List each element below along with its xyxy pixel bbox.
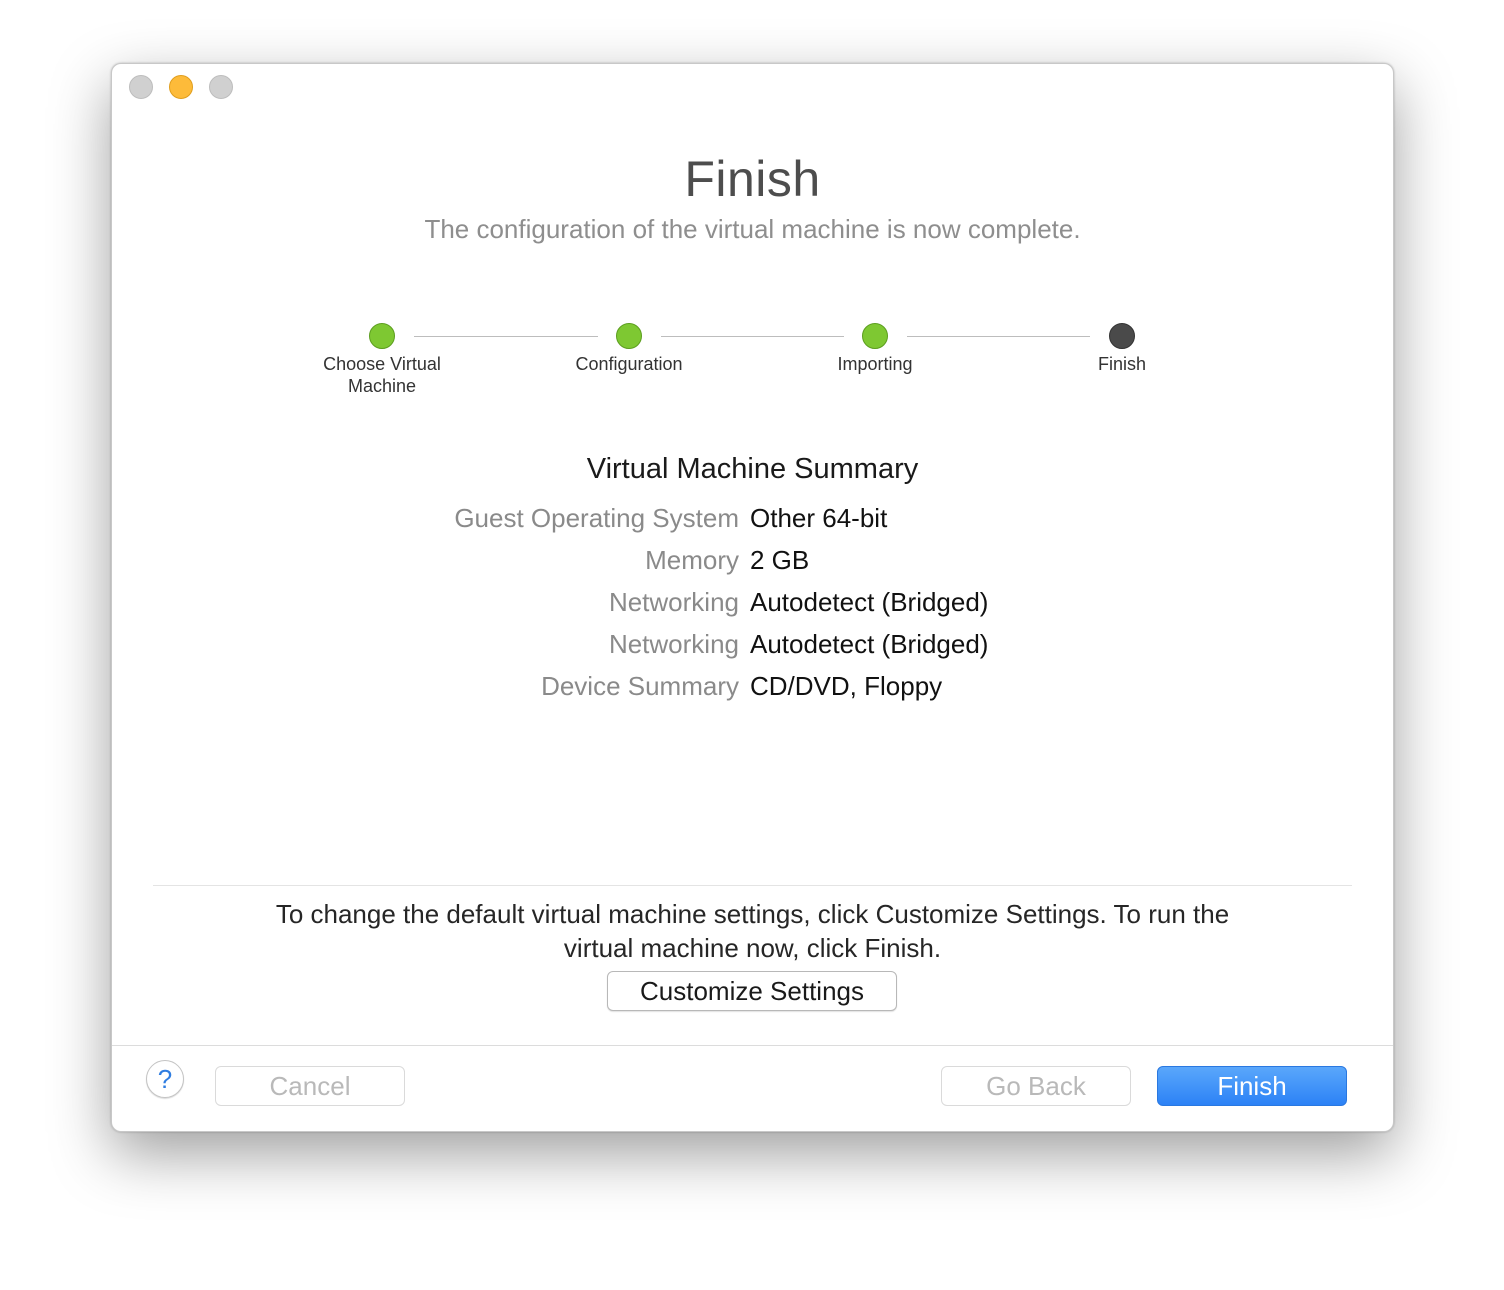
step-connector bbox=[907, 336, 1090, 337]
section-divider bbox=[153, 885, 1352, 886]
step-label-choose-vm: Choose Virtual Machine bbox=[282, 353, 482, 397]
page-subtitle: The configuration of the virtual machine… bbox=[424, 214, 1081, 244]
step-dot-finish bbox=[1109, 323, 1135, 349]
step-label-line: Machine bbox=[347, 376, 417, 396]
footer-divider bbox=[112, 1045, 1393, 1046]
step-label-finish: Finish bbox=[1097, 354, 1146, 374]
customize-hint-text: To change the default virtual machine se… bbox=[112, 897, 1393, 965]
question-mark-icon: ? bbox=[157, 1064, 173, 1094]
summary-row-networking: Networking Autodetect (Bridged) bbox=[112, 581, 1393, 623]
finish-button[interactable]: Finish bbox=[1157, 1066, 1347, 1106]
wizard-window: Finish The configuration of the virtual … bbox=[111, 63, 1394, 1132]
step-dot-choose-vm bbox=[369, 323, 395, 349]
zoom-window-button[interactable] bbox=[209, 75, 233, 99]
summary-label: Memory bbox=[645, 545, 739, 575]
summary-value: CD/DVD, Floppy bbox=[750, 671, 943, 701]
step-label-configuration: Configuration bbox=[575, 354, 683, 374]
summary-row-guest-os: Guest Operating System Other 64-bit bbox=[112, 497, 1393, 539]
summary-row-device-summary: Device Summary CD/DVD, Floppy bbox=[112, 665, 1393, 707]
go-back-button[interactable]: Go Back bbox=[941, 1066, 1131, 1106]
summary-label: Guest Operating System bbox=[454, 503, 739, 533]
hint-line: virtual machine now, click Finish. bbox=[563, 933, 942, 963]
step-label-line: Choose Virtual bbox=[323, 354, 441, 374]
customize-settings-button[interactable]: Customize Settings bbox=[607, 971, 897, 1011]
hint-line: To change the default virtual machine se… bbox=[275, 899, 1230, 929]
summary-row-networking: Networking Autodetect (Bridged) bbox=[112, 623, 1393, 665]
summary-value: 2 GB bbox=[750, 545, 810, 575]
help-button[interactable]: ? bbox=[146, 1060, 184, 1098]
step-connector bbox=[414, 336, 598, 337]
summary-value: Other 64-bit bbox=[750, 503, 888, 533]
step-dot-importing bbox=[862, 323, 888, 349]
step-connector bbox=[661, 336, 844, 337]
summary-label: Device Summary bbox=[541, 671, 739, 701]
summary-value: Autodetect (Bridged) bbox=[750, 587, 989, 617]
close-window-button[interactable] bbox=[129, 75, 153, 99]
summary-label: Networking bbox=[608, 629, 739, 659]
summary-row-memory: Memory 2 GB bbox=[112, 539, 1393, 581]
summary-label: Networking bbox=[608, 587, 739, 617]
page-title: Finish bbox=[684, 151, 821, 207]
minimize-window-button[interactable] bbox=[169, 75, 193, 99]
summary-title: Virtual Machine Summary bbox=[586, 453, 919, 485]
summary-value: Autodetect (Bridged) bbox=[750, 629, 989, 659]
step-label-importing: Importing bbox=[837, 354, 913, 374]
cancel-button[interactable]: Cancel bbox=[215, 1066, 405, 1106]
step-dot-configuration bbox=[616, 323, 642, 349]
